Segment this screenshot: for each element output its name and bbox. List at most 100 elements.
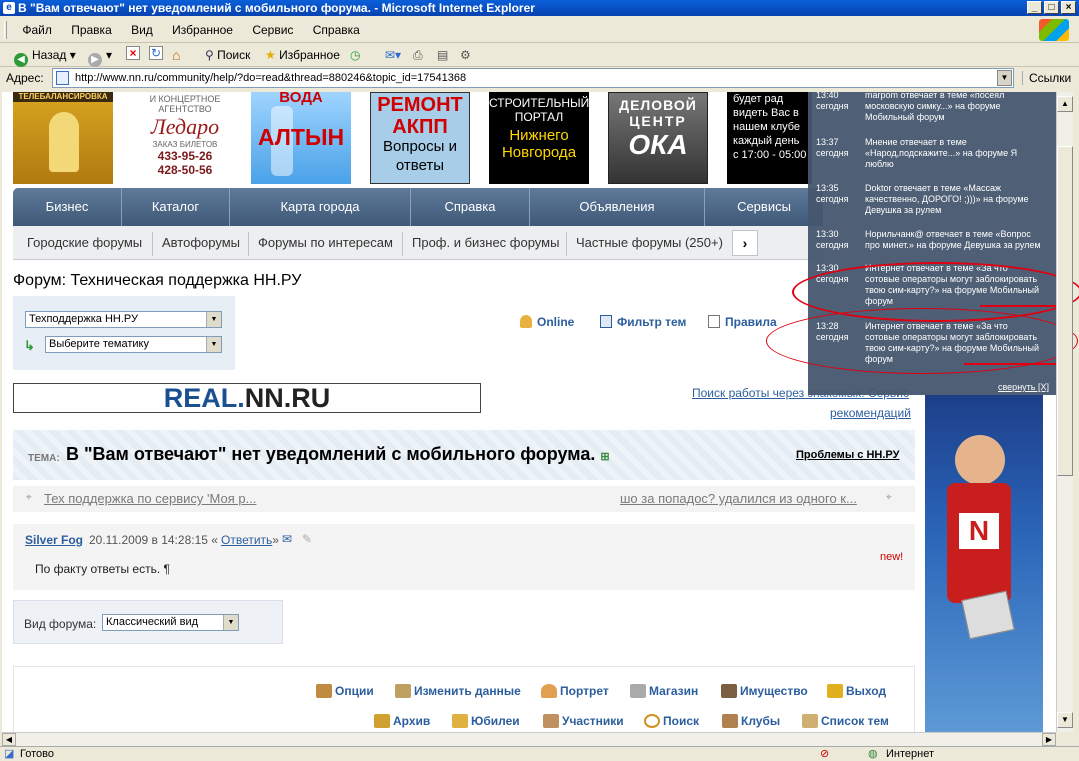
scroll-thumb[interactable] — [1057, 146, 1073, 476]
search-label: Поиск — [663, 714, 700, 728]
post-author[interactable]: Silver Fog — [25, 533, 83, 547]
reply-link[interactable]: Ответить» — [221, 533, 279, 547]
banner-ledaro-phone1: 433-95-26 — [157, 149, 213, 163]
menu-file[interactable]: Файл — [14, 17, 60, 43]
back-button[interactable]: ◀ Назад ▾ — [14, 46, 76, 67]
menu-favorites[interactable]: Избранное — [164, 17, 241, 43]
subnav-business-forums[interactable]: Проф. и бизнес форумы — [412, 226, 559, 260]
recommendations-link[interactable]: рекомендаций — [830, 406, 911, 420]
property-link[interactable]: Имущество — [721, 684, 808, 698]
address-input[interactable]: http://www.nn.ru/community/help/?do=read… — [52, 68, 1014, 88]
history-icon[interactable]: ◷ — [350, 46, 360, 64]
menu-view[interactable]: Вид — [123, 17, 161, 43]
banner-ledaro[interactable]: И КОНЦЕРТНОЕ АГЕНТСТВО Ледаро ЗАКАЗ БИЛЕ… — [126, 92, 244, 184]
new-badge: new! — [880, 551, 904, 563]
portrait-link[interactable]: Портрет — [541, 684, 609, 698]
nav-services[interactable]: Сервисы — [705, 188, 823, 226]
nav-help[interactable]: Справка — [411, 188, 529, 226]
scroll-up-icon[interactable]: ▲ — [1057, 96, 1073, 112]
shop-label: Магазин — [649, 684, 699, 698]
clubs-link[interactable]: Клубы — [722, 714, 780, 728]
forum-title: Форум: Техническая поддержка НН.РУ — [13, 272, 302, 289]
address-bar: Адрес: http://www.nn.ru/community/help/?… — [0, 67, 1079, 89]
rules-link[interactable]: Правила — [708, 315, 777, 329]
nav-catalog[interactable]: Каталог — [122, 188, 229, 226]
mail-icon[interactable]: ✉ — [282, 532, 292, 546]
menu-help[interactable]: Справка — [305, 17, 368, 43]
links-button[interactable]: Ссылки — [1022, 71, 1071, 85]
search-button[interactable]: ⚲ Поиск — [205, 46, 250, 64]
menu-edit[interactable]: Правка — [63, 17, 120, 43]
minimize-button[interactable]: _ — [1027, 1, 1042, 14]
superhero-banner[interactable]: N — [925, 395, 1043, 732]
rules-label: Правила — [725, 315, 777, 329]
forward-button[interactable]: ▶ ▾ — [88, 46, 112, 67]
close-button[interactable]: × — [1061, 1, 1076, 14]
edit-data-link[interactable]: Изменить данные — [395, 684, 521, 698]
online-link[interactable]: Online — [520, 315, 574, 329]
tree-icon[interactable]: ⊞ — [600, 451, 609, 463]
home-icon[interactable]: ⌂ — [172, 46, 180, 64]
banner-construction[interactable]: СТРОИТЕЛЬНЫЙ ПОРТАЛ Нижнего Новгорода — [489, 92, 589, 184]
subnav-city-forums[interactable]: Городские форумы — [27, 226, 142, 260]
shop-link[interactable]: Магазин — [630, 684, 698, 698]
collapse-popup-link[interactable]: свернуть [X] — [998, 382, 1049, 392]
notification-line: «Народ,подскажите...» на форуме Я — [865, 148, 1018, 158]
search-link[interactable]: Поиск — [644, 714, 699, 728]
scroll-left-icon[interactable]: ◀ — [2, 733, 16, 746]
scroll-right-icon[interactable]: ▶ — [1042, 733, 1056, 746]
scroll-down-icon[interactable]: ▼ — [1057, 712, 1073, 728]
hero-box-image — [961, 590, 1015, 640]
problems-link[interactable]: Проблемы с НН.РУ — [796, 449, 899, 461]
note-icon[interactable]: ✎ — [302, 532, 312, 546]
favorites-label: Избранное — [279, 48, 340, 62]
forum-select[interactable]: Техподдержка НН.РУ ▼ — [25, 311, 222, 328]
banner-oka[interactable]: ДЕЛОВОЙ ЦЕНТР ОКА — [608, 92, 708, 184]
banner-figure-image — [49, 112, 79, 172]
favorites-button[interactable]: ★ Избранное — [265, 46, 340, 64]
members-link[interactable]: Участники — [543, 714, 624, 728]
nav-city-map[interactable]: Карта города — [230, 188, 410, 226]
mail-icon[interactable]: ✉▾ — [385, 46, 401, 64]
view-select[interactable]: Классический вид ▼ — [102, 614, 239, 631]
messenger-icon[interactable]: ⚙ — [460, 46, 471, 64]
stop-icon[interactable]: × — [126, 46, 140, 60]
next-topic-link[interactable]: шо за попадос? удалился из одного к... — [620, 491, 857, 506]
address-url: http://www.nn.ru/community/help/?do=read… — [75, 72, 467, 84]
subnav-auto-forums[interactable]: Автофорумы — [162, 226, 240, 260]
menu-tools[interactable]: Сервис — [244, 17, 301, 43]
banner-accounting[interactable]: ТЕЛЕБАЛАНСИРОВКА — [13, 92, 113, 184]
subnav-interest-forums[interactable]: Форумы по интересам — [258, 226, 393, 260]
subnav-private-forums[interactable]: Частные форумы (250+) — [576, 226, 723, 260]
exit-link[interactable]: Выход — [827, 684, 886, 698]
edit-icon[interactable]: ▤ — [437, 46, 448, 64]
green-arrow-icon[interactable]: ↳ — [24, 338, 35, 354]
banner-water[interactable]: ВОДА АЛТЫН — [251, 92, 351, 184]
notification-line: Мобильный форум — [865, 112, 945, 122]
refresh-icon[interactable]: ↻ — [149, 46, 163, 60]
reply-label: Ответить — [221, 533, 273, 547]
prev-topic-link[interactable]: Тех поддержка по сервису 'Моя р... — [44, 491, 256, 506]
vertical-scrollbar[interactable]: ▲ ▼ — [1056, 92, 1073, 732]
filter-link[interactable]: Фильтр тем — [600, 315, 686, 329]
options-link[interactable]: Опции — [316, 684, 374, 698]
real-nn-banner[interactable]: REAL.NN.RU — [13, 383, 481, 413]
banner-akpp[interactable]: РЕМОНТ АКПП Вопросы и ответы — [370, 92, 470, 184]
subnav-next-arrow-icon[interactable]: › — [732, 230, 758, 256]
banner-club-line3: нашем клубе — [733, 121, 801, 133]
theme-select[interactable]: Выберите тематику ▼ — [45, 336, 222, 353]
maximize-button[interactable]: □ — [1044, 1, 1059, 14]
banner-club-line1: будет рад — [733, 93, 784, 105]
banner-club[interactable]: будет рад видеть Вас в нашем клубе кажды… — [727, 92, 812, 184]
notification-line: люблю — [865, 159, 894, 169]
jubilee-link[interactable]: Юбилеи — [452, 714, 520, 728]
nav-business[interactable]: Бизнес — [13, 188, 121, 226]
nav-ads[interactable]: Объявления — [530, 188, 704, 226]
annotation-underline — [964, 363, 1058, 365]
archive-link[interactable]: Архив — [374, 714, 430, 728]
print-icon[interactable]: ⎙ — [413, 46, 423, 64]
topic-list-link[interactable]: Список тем — [802, 714, 889, 728]
horizontal-scrollbar[interactable]: ◀ ▶ — [2, 732, 1056, 746]
address-dropdown-button[interactable]: ▼ — [997, 70, 1012, 86]
star-icon: ★ — [265, 48, 280, 62]
